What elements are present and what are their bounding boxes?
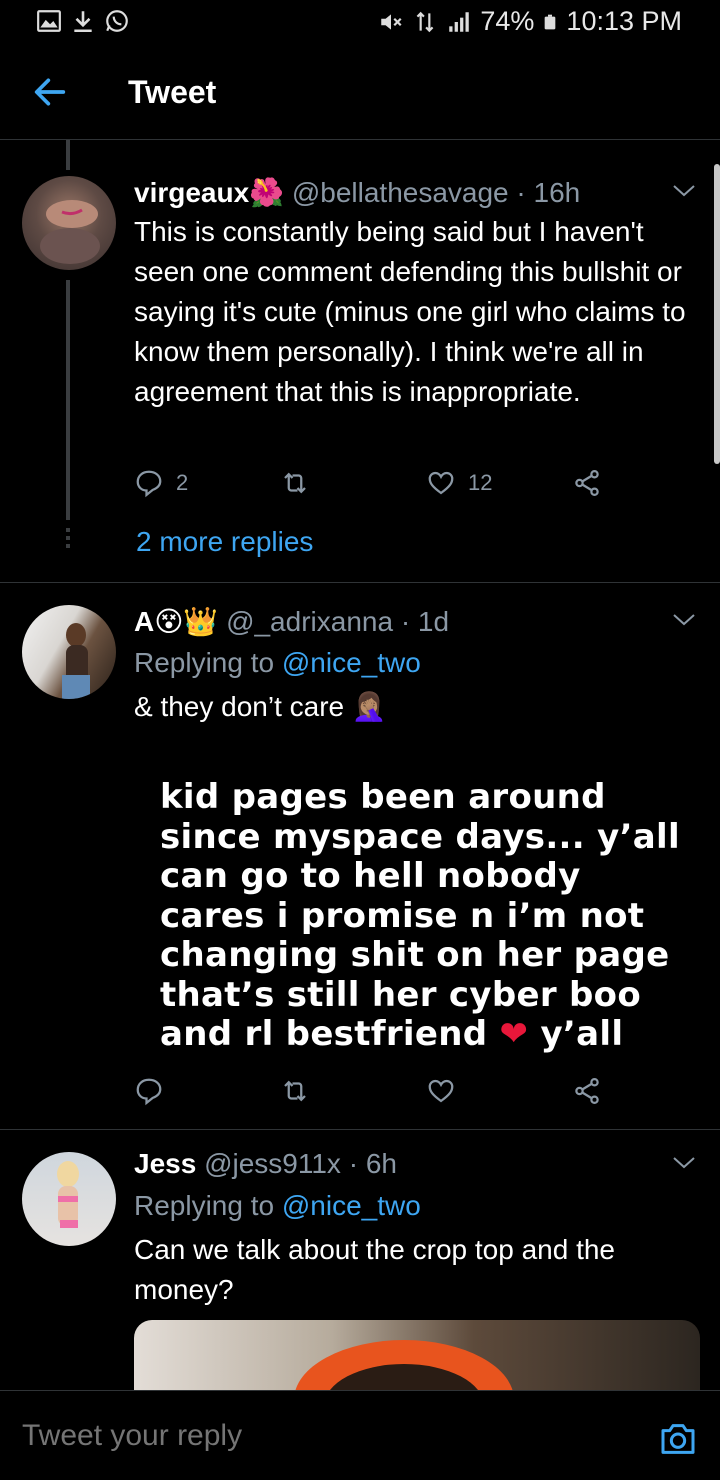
media-photo-icon bbox=[295, 1340, 513, 1390]
mute-icon bbox=[381, 13, 402, 30]
mention-link[interactable]: @nice_two bbox=[282, 1190, 421, 1221]
avatar[interactable] bbox=[22, 176, 116, 270]
thread-line-bottom bbox=[66, 280, 70, 520]
reply-button[interactable] bbox=[134, 1076, 164, 1106]
chevron-down-icon[interactable] bbox=[672, 184, 696, 198]
status-bar: 74% 10:13 PM bbox=[0, 0, 720, 44]
scrollbar[interactable] bbox=[714, 164, 720, 464]
avatar[interactable] bbox=[22, 1152, 116, 1246]
story-screenshot[interactable]: kid pages been around since myspace days… bbox=[134, 768, 700, 1054]
share-icon bbox=[575, 1078, 599, 1104]
handle[interactable]: @bellathesavage bbox=[292, 177, 509, 208]
red-heart-icon: ❤ bbox=[499, 1014, 529, 1054]
timestamp: · 16h bbox=[516, 177, 581, 208]
avatar-person-icon bbox=[57, 1161, 79, 1228]
top-bar: Tweet bbox=[0, 44, 720, 140]
reply-tweet-3[interactable]: Jess @jess911x · 6h Replying to @nice_tw… bbox=[0, 1130, 720, 1390]
download-icon bbox=[74, 11, 92, 33]
clock: 10:13 PM bbox=[566, 6, 682, 36]
camera-icon[interactable] bbox=[658, 1419, 698, 1459]
reply-icon bbox=[136, 1078, 162, 1106]
timestamp: · 1d bbox=[400, 606, 450, 637]
handle[interactable]: @jess911x bbox=[204, 1148, 341, 1179]
retweet-icon bbox=[284, 472, 306, 494]
battery-icon bbox=[545, 14, 556, 29]
mention-link[interactable]: @nice_two bbox=[282, 647, 421, 678]
page-title: Tweet bbox=[128, 74, 217, 110]
replying-label: Replying to bbox=[134, 647, 275, 678]
retweet-button[interactable] bbox=[280, 1076, 310, 1106]
heart-icon bbox=[428, 1079, 454, 1103]
reply-count: 2 bbox=[176, 470, 189, 495]
display-name[interactable]: virgeaux🌺 bbox=[134, 177, 284, 208]
status-right-icons: 74% 10:13 PM bbox=[378, 6, 682, 37]
gallery-icon bbox=[37, 10, 61, 32]
like-button[interactable] bbox=[426, 1076, 456, 1106]
tweet-text: Can we talk about the crop top and the m… bbox=[134, 1234, 615, 1305]
reply-input[interactable] bbox=[22, 1419, 622, 1453]
display-name[interactable]: A😵👑 bbox=[134, 606, 218, 637]
chevron-down-icon[interactable] bbox=[672, 613, 696, 627]
display-name[interactable]: Jess bbox=[134, 1148, 196, 1179]
share-button[interactable] bbox=[572, 468, 602, 498]
tweet-text: This is constantly being said but I have… bbox=[134, 216, 686, 407]
tweet-actions: 2 12 bbox=[134, 468, 624, 508]
tweet-media-image[interactable] bbox=[134, 1320, 700, 1390]
thread-dots bbox=[66, 528, 70, 552]
signal-icon bbox=[449, 11, 470, 32]
reply-composer bbox=[0, 1390, 720, 1480]
story-text-tail: y’all bbox=[540, 1014, 624, 1054]
status-left-icons bbox=[36, 8, 130, 34]
reply-icon bbox=[136, 470, 162, 498]
thread-line-top bbox=[66, 140, 70, 170]
share-icon bbox=[575, 470, 599, 496]
tweet-header: Jess @jess911x · 6h bbox=[134, 1148, 397, 1180]
retweet-button[interactable] bbox=[280, 468, 310, 498]
data-arrows-icon bbox=[417, 11, 434, 32]
replying-to: Replying to @nice_two bbox=[134, 647, 421, 679]
story-text-main: kid pages been around since myspace days… bbox=[160, 777, 680, 1054]
like-button[interactable]: 12 bbox=[426, 468, 492, 498]
more-replies-link[interactable]: 2 more replies bbox=[136, 526, 313, 558]
tweet-header: A😵👑 @_adrixanna · 1d bbox=[134, 605, 449, 638]
like-count: 12 bbox=[468, 470, 493, 495]
share-button[interactable] bbox=[572, 1076, 602, 1106]
tweet-text: & they don’t care 🤦🏽‍♀️ bbox=[134, 691, 387, 722]
avatar-person-icon bbox=[62, 623, 90, 699]
battery-percent: 74% bbox=[480, 6, 535, 36]
chevron-down-icon[interactable] bbox=[672, 1156, 696, 1170]
heart-icon bbox=[428, 471, 454, 495]
avatar-face-icon bbox=[40, 200, 100, 264]
avatar[interactable] bbox=[22, 605, 116, 699]
back-arrow-icon[interactable] bbox=[30, 72, 70, 112]
whatsapp-icon bbox=[106, 10, 128, 32]
replying-to: Replying to @nice_two bbox=[134, 1190, 421, 1222]
tweet-header: virgeaux🌺 @bellathesavage · 16h bbox=[134, 176, 580, 209]
handle[interactable]: @_adrixanna bbox=[226, 606, 393, 637]
replying-label: Replying to bbox=[134, 1190, 275, 1221]
story-text: kid pages been around since myspace days… bbox=[160, 777, 680, 1054]
reply-tweet-1[interactable]: virgeaux🌺 @bellathesavage · 16h This is … bbox=[0, 140, 720, 583]
reply-tweet-2[interactable]: A😵👑 @_adrixanna · 1d Replying to @nice_t… bbox=[0, 583, 720, 1130]
timestamp: · 6h bbox=[348, 1148, 397, 1179]
retweet-icon bbox=[284, 1080, 306, 1102]
tweet-actions bbox=[134, 1076, 624, 1116]
reply-button[interactable]: 2 bbox=[134, 468, 188, 498]
